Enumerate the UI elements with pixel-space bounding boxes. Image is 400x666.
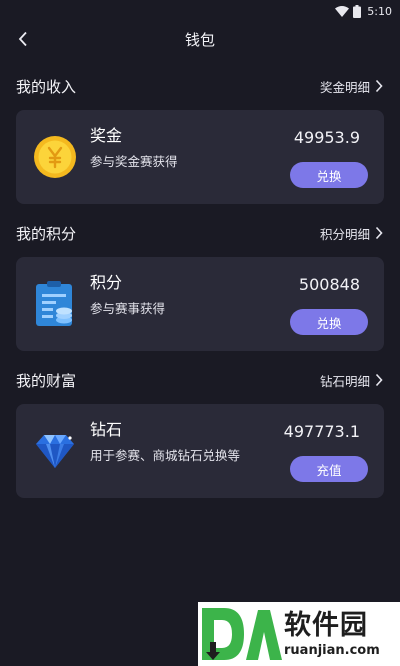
card-desc: 参与赛事获得: [90, 301, 166, 316]
points-card: 积分 参与赛事获得 500848 兑换: [16, 257, 384, 351]
detail-label: 积分明细: [319, 226, 370, 242]
watermark-text: 软件园 ruanjian.com: [284, 609, 380, 659]
page-title: 钱包: [184, 30, 215, 49]
diamond-card: 钻石 用于参赛、商城钻石兑换等 497773.1 充值: [16, 404, 384, 498]
chevron-right-icon: [375, 373, 383, 387]
bonus-exchange-button[interactable]: 兑换: [290, 162, 368, 188]
card-name: 奖金: [90, 126, 123, 145]
points-value: 500848: [298, 275, 360, 294]
watermark-logo: [202, 608, 282, 660]
card-desc: 参与奖金赛获得: [90, 154, 178, 169]
chevron-right-icon: [375, 79, 383, 93]
card-name: 钻石: [90, 420, 123, 439]
diamond-detail-link[interactable]: 钻石明细: [320, 371, 384, 390]
section-title: 我的收入: [16, 77, 77, 96]
watermark-en: ruanjian.com: [284, 643, 380, 658]
section-points-header: 我的积分 积分明细: [0, 221, 400, 245]
gold-coin-icon: [34, 136, 76, 178]
points-detail-link[interactable]: 积分明细: [320, 224, 384, 243]
watermark-cn: 软件园: [284, 610, 368, 641]
back-button[interactable]: [10, 26, 36, 52]
section-title: 我的积分: [16, 224, 77, 243]
points-exchange-button[interactable]: 兑换: [290, 309, 368, 335]
status-bar: 5:10: [0, 0, 400, 22]
section-income-header: 我的收入 奖金明细: [0, 74, 400, 98]
card-desc: 用于参赛、商城钻石兑换等: [90, 448, 241, 463]
bonus-card: 奖金 参与奖金赛获得 49953.9 兑换: [16, 110, 384, 204]
bonus-detail-link[interactable]: 奖金明细: [320, 77, 384, 96]
wifi-icon: [335, 5, 350, 17]
section-wealth-header: 我的财富 钻石明细: [0, 368, 400, 392]
detail-label: 奖金明细: [319, 79, 370, 95]
clipboard-coins-icon: [36, 281, 72, 326]
bonus-value: 49953.9: [293, 128, 360, 147]
diamond-icon: [36, 435, 74, 468]
card-name: 积分: [90, 273, 123, 292]
detail-label: 钻石明细: [319, 373, 370, 389]
chevron-left-icon: [18, 31, 27, 47]
diamond-value: 497773.1: [283, 422, 360, 441]
section-title: 我的财富: [16, 371, 77, 390]
chevron-right-icon: [375, 226, 383, 240]
status-time: 5:10: [367, 4, 392, 18]
status-icons: [335, 4, 362, 18]
watermark: 软件园 ruanjian.com: [198, 602, 400, 666]
battery-icon: [353, 4, 362, 18]
nav-bar: 钱包: [0, 22, 400, 56]
recharge-button[interactable]: 充值: [290, 456, 368, 482]
